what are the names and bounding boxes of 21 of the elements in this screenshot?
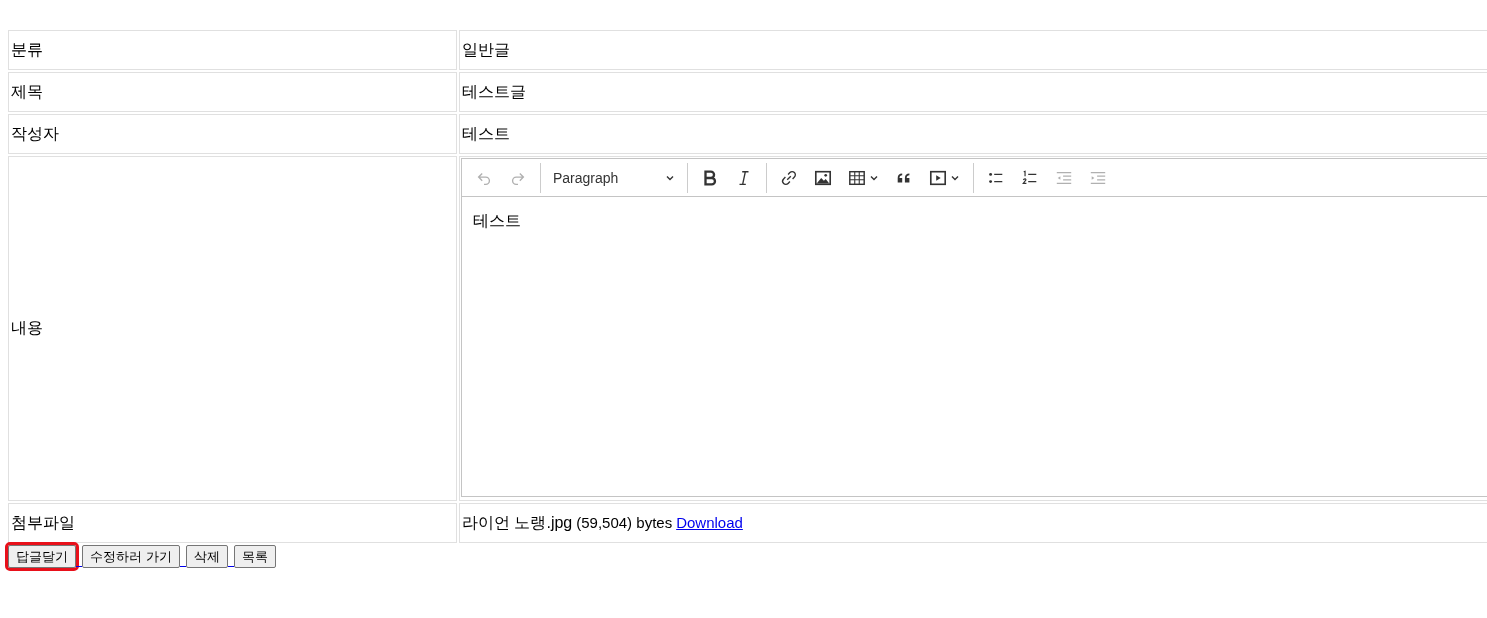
link-underline <box>227 566 234 567</box>
field-value: 일반글 <box>462 40 510 58</box>
link-underline <box>179 566 186 567</box>
action-button[interactable]: 목록 <box>233 545 276 568</box>
action-button[interactable]: 삭제 <box>185 545 228 568</box>
field-label: 내용 <box>11 319 43 336</box>
link-underline <box>76 566 82 567</box>
paragraph-dropdown[interactable]: Paragraph <box>547 162 681 193</box>
field-value: 테스트 <box>462 124 510 142</box>
field-label: 첨부파일 <box>11 513 75 531</box>
field-label: 작성자 <box>11 124 59 142</box>
action-button[interactable]: 수정하러 가기 <box>82 545 180 568</box>
file-name: 라이언 노랭.jpg <box>462 513 573 531</box>
file-size: (59,504) bytes <box>576 513 673 531</box>
action-button[interactable]: 답글달기 <box>8 545 76 568</box>
field-label: 분류 <box>11 40 43 58</box>
editor-text: 테스트 <box>473 211 521 231</box>
field-label: 제목 <box>11 82 43 100</box>
field-value: 테스트글 <box>462 82 526 100</box>
download-link[interactable]: Download <box>676 513 743 531</box>
rich-text-editor[interactable]: Paragraph 테스트 <box>461 158 1487 497</box>
